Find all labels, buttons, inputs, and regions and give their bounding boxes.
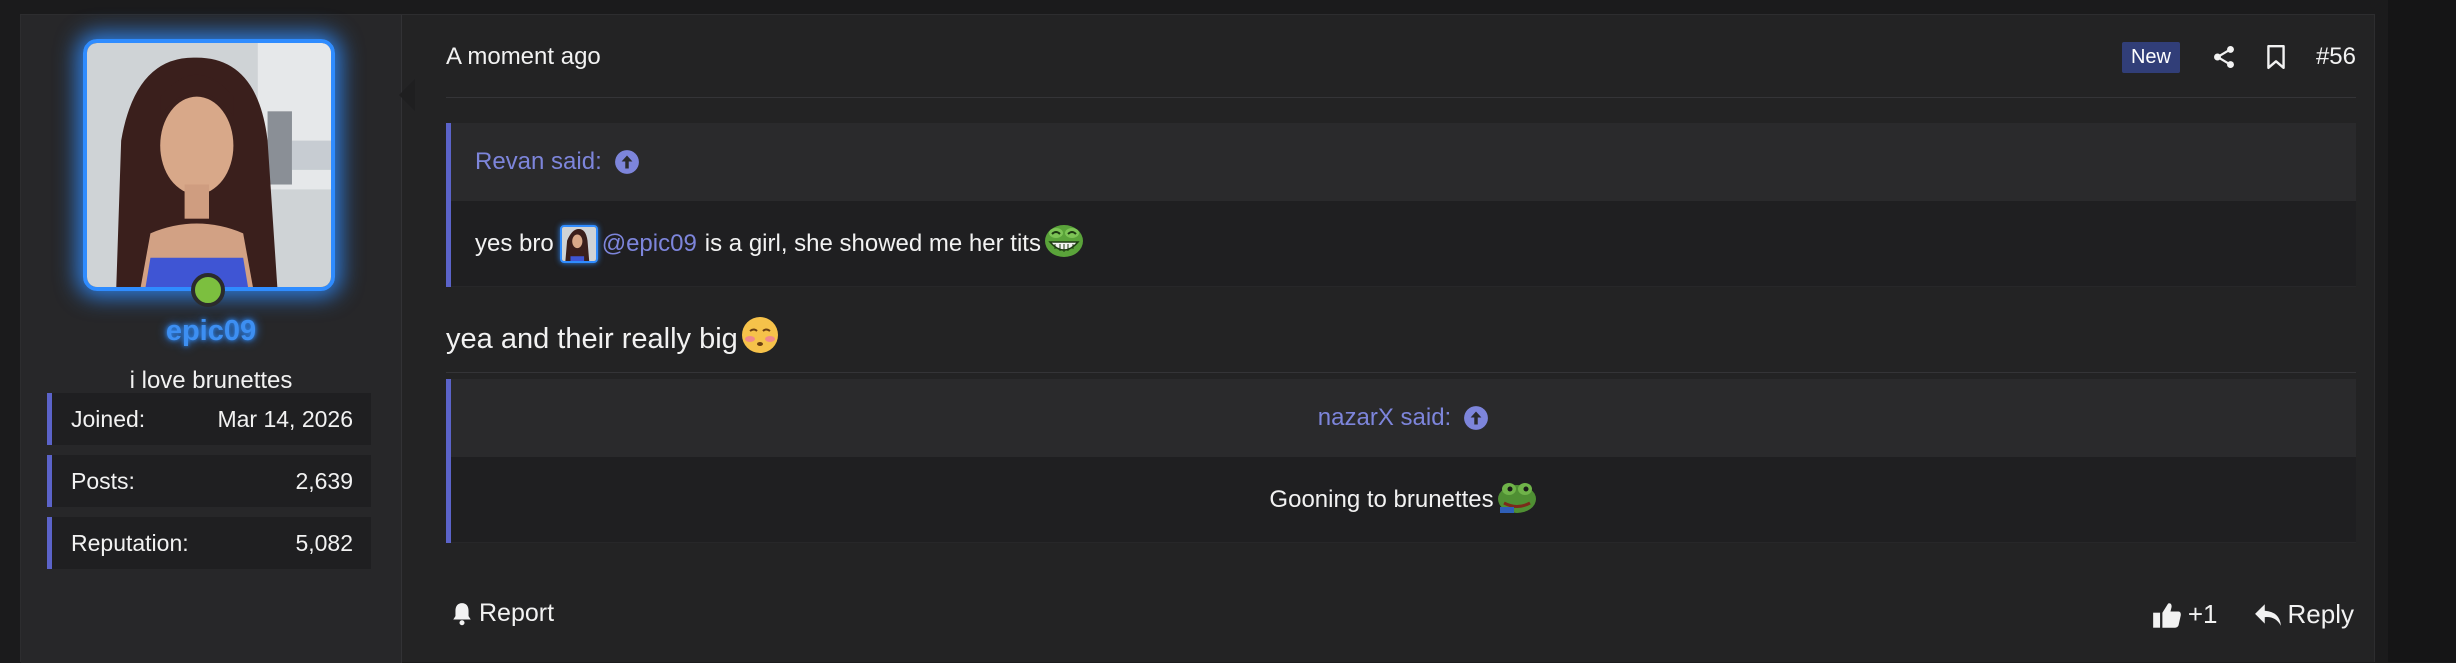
quote-header[interactable]: Revan said: bbox=[451, 123, 2356, 201]
stat-label: Posts: bbox=[71, 467, 135, 494]
divider bbox=[446, 97, 2356, 98]
quote-block: nazarX said: Gooning to brunettes bbox=[446, 379, 2356, 543]
thumbs-up-icon bbox=[2153, 602, 2181, 628]
avatar-image bbox=[87, 43, 331, 287]
quote-header[interactable]: nazarX said: bbox=[451, 379, 2356, 457]
post-time[interactable]: A moment ago bbox=[446, 43, 601, 71]
avatar[interactable] bbox=[83, 39, 335, 291]
quote-author[interactable]: Revan said: bbox=[475, 148, 602, 176]
stat-label: Reputation: bbox=[71, 529, 189, 556]
reply-button[interactable]: Reply bbox=[2254, 599, 2354, 630]
post-content: A moment ago New #56 Revan said: yes bro… bbox=[426, 15, 2356, 663]
bookmark-icon[interactable] bbox=[2258, 39, 2294, 75]
user-column-pointer bbox=[399, 79, 415, 111]
quote-text: Gooning to brunettes bbox=[1269, 485, 1494, 513]
post-actions-left: Report bbox=[451, 599, 554, 628]
user-title: i love brunettes bbox=[129, 367, 293, 394]
stat-posts: Posts: 2,639 bbox=[47, 455, 371, 507]
page: epic09 i love brunettes Joined: Mar 14, … bbox=[0, 0, 2456, 663]
pepe-emoji bbox=[1496, 477, 1538, 522]
stat-joined: Joined: Mar 14, 2026 bbox=[47, 393, 371, 445]
stat-value: 2,639 bbox=[295, 467, 353, 494]
arrow-up-circle-icon[interactable] bbox=[1463, 405, 1489, 431]
quote-text: yes bro bbox=[475, 229, 554, 257]
bell-icon bbox=[453, 602, 471, 625]
quote-block: Revan said: yes bro @epic09 is a girl, s… bbox=[446, 123, 2356, 287]
online-status-dot bbox=[191, 273, 225, 307]
share-icon[interactable] bbox=[2206, 39, 2242, 75]
like-button[interactable]: +1 bbox=[2152, 599, 2218, 630]
quote-text: is a girl, she showed me her tits bbox=[704, 229, 1041, 257]
post-message-text: yea and their really big bbox=[446, 322, 738, 355]
page-scroll-gutter bbox=[2388, 0, 2456, 662]
stat-reputation: Reputation: 5,082 bbox=[47, 517, 371, 569]
mention-avatar[interactable] bbox=[559, 224, 598, 263]
post-meta-actions: New #56 bbox=[2121, 39, 2356, 75]
flushed-face-emoji bbox=[740, 315, 780, 363]
stat-value: Mar 14, 2026 bbox=[217, 405, 353, 432]
report-label: Report bbox=[479, 599, 555, 627]
reply-label: Reply bbox=[2287, 599, 2354, 629]
new-badge: New bbox=[2121, 41, 2180, 73]
post-message: yea and their really big bbox=[446, 315, 780, 363]
stat-value: 5,082 bbox=[295, 529, 353, 556]
stat-label: Joined: bbox=[71, 405, 146, 432]
username[interactable]: epic09 bbox=[21, 315, 401, 348]
quote-body: Gooning to brunettes bbox=[451, 457, 2356, 542]
like-count: +1 bbox=[2187, 599, 2218, 629]
quote-author[interactable]: nazarX said: bbox=[1318, 404, 1451, 432]
divider bbox=[446, 372, 2356, 373]
pepe-laugh-emoji bbox=[1043, 220, 1085, 267]
post-number-link[interactable]: #56 bbox=[2316, 43, 2356, 71]
post-actions-right: +1 Reply bbox=[2152, 599, 2354, 630]
arrow-up-circle-icon[interactable] bbox=[614, 149, 640, 175]
reply-arrow-icon bbox=[2254, 603, 2281, 626]
forum-post: epic09 i love brunettes Joined: Mar 14, … bbox=[20, 14, 2375, 663]
mention-link[interactable]: @epic09 bbox=[602, 230, 697, 258]
report-button[interactable]: Report bbox=[451, 599, 554, 628]
quote-body: yes bro @epic09 is a girl, she showed me… bbox=[451, 201, 2356, 286]
user-info-column: epic09 i love brunettes Joined: Mar 14, … bbox=[21, 15, 402, 663]
